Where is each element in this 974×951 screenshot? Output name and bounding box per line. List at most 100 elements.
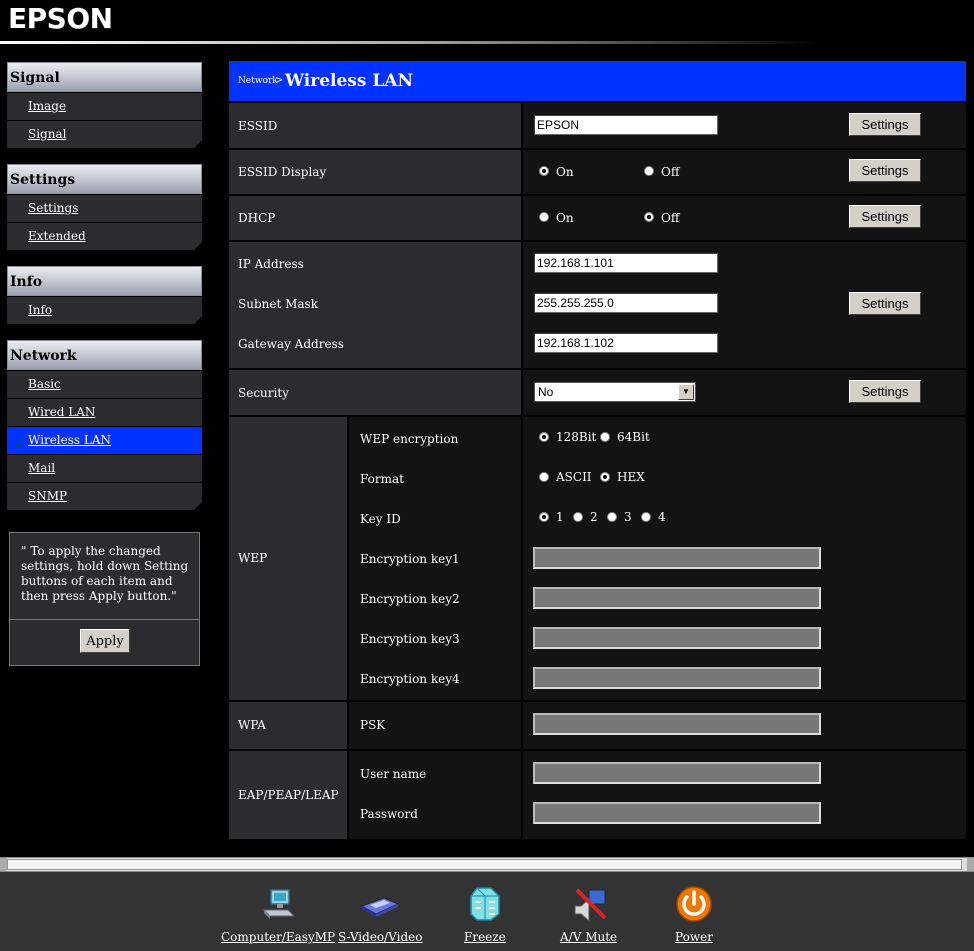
psk-input[interactable] bbox=[533, 713, 821, 735]
s-video-video-button[interactable]: S-Video/Video bbox=[338, 884, 423, 944]
sidebar-group-info: Info bbox=[7, 266, 202, 296]
ip-address-label: IP Address bbox=[238, 257, 304, 271]
row-eap: EAP/PEAP/LEAP User name Password bbox=[229, 751, 966, 839]
essid-label: ESSID bbox=[238, 119, 278, 133]
sidebar-item-info[interactable]: Info bbox=[7, 297, 202, 324]
sidebar-item-basic[interactable]: Basic bbox=[7, 371, 202, 398]
freeze-label[interactable]: Freeze bbox=[464, 930, 506, 944]
scroll-right-arrow[interactable] bbox=[967, 858, 974, 871]
security-select-value: No bbox=[538, 385, 554, 399]
av-mute-label[interactable]: A/V Mute bbox=[560, 930, 617, 944]
sidebar-group-signal: Signal bbox=[7, 62, 202, 92]
key-id-2-label: 2 bbox=[590, 510, 598, 524]
subnet-mask-input[interactable] bbox=[534, 293, 718, 313]
ip-settings-button[interactable]: Settings bbox=[849, 292, 921, 315]
power-icon bbox=[676, 886, 712, 922]
essid-input[interactable] bbox=[534, 115, 718, 135]
sidebar: Signal Image Signal Settings Settings Ex… bbox=[7, 62, 202, 510]
computer-icon bbox=[262, 889, 296, 919]
format-hex-radio[interactable] bbox=[600, 472, 610, 482]
breadcrumb-network[interactable]: Network bbox=[238, 76, 278, 86]
user-name-input[interactable] bbox=[533, 762, 821, 784]
row-ip-settings: IP Address Subnet Mask Gateway Address S… bbox=[229, 242, 966, 368]
sidebar-item-image[interactable]: Image bbox=[7, 93, 202, 120]
dhcp-off-radio[interactable] bbox=[644, 212, 654, 222]
wep-128bit-label: 128Bit bbox=[556, 430, 597, 444]
scroll-left-arrow[interactable] bbox=[0, 858, 7, 871]
password-label: Password bbox=[360, 807, 418, 821]
essid-display-label: ESSID Display bbox=[238, 165, 327, 179]
s-video-video-label[interactable]: S-Video/Video bbox=[338, 930, 423, 944]
sidebar-item-wireless-lan[interactable]: Wireless LAN bbox=[7, 427, 202, 454]
scroll-thumb[interactable] bbox=[7, 859, 962, 870]
freeze-button[interactable]: Freeze bbox=[464, 884, 506, 944]
bottom-toolbar: Computer/EasyMP S-Video/Video Freeze A/V… bbox=[0, 872, 974, 951]
ip-address-input[interactable] bbox=[534, 253, 718, 273]
sidebar-item-signal[interactable]: Signal bbox=[7, 121, 202, 148]
sidebar-item-extended[interactable]: Extended bbox=[7, 223, 202, 250]
encryption-key3-label: Encryption key3 bbox=[360, 632, 460, 646]
wep-group-label: WEP bbox=[238, 551, 268, 565]
encryption-key1-input[interactable] bbox=[533, 547, 821, 569]
gateway-address-input[interactable] bbox=[534, 333, 718, 353]
apply-instructions: " To apply the changed settings, hold do… bbox=[21, 544, 189, 603]
format-label: Format bbox=[360, 472, 404, 486]
security-select[interactable]: No ▼ bbox=[534, 382, 696, 402]
format-ascii-radio[interactable] bbox=[539, 472, 549, 482]
power-label[interactable]: Power bbox=[674, 930, 714, 944]
dhcp-off-label: Off bbox=[661, 211, 680, 225]
key-id-3-label: 3 bbox=[624, 510, 632, 524]
encryption-key4-input[interactable] bbox=[533, 667, 821, 689]
sidebar-item-wired-lan[interactable]: Wired LAN bbox=[7, 399, 202, 426]
security-settings-button[interactable]: Settings bbox=[849, 380, 921, 403]
power-button[interactable]: Power bbox=[674, 884, 714, 944]
encryption-key2-input[interactable] bbox=[533, 587, 821, 609]
computer-easymp-button[interactable]: Computer/EasyMP bbox=[221, 884, 335, 944]
sidebar-item-settings[interactable]: Settings bbox=[7, 195, 202, 222]
wpa-group-label: WPA bbox=[238, 718, 266, 732]
apply-note-box: " To apply the changed settings, hold do… bbox=[9, 532, 200, 666]
dhcp-label: DHCP bbox=[238, 211, 276, 225]
essid-display-settings-button[interactable]: Settings bbox=[849, 159, 921, 182]
dhcp-on-label: On bbox=[556, 211, 574, 225]
av-mute-button[interactable]: A/V Mute bbox=[560, 884, 617, 944]
key-id-1-radio[interactable] bbox=[539, 512, 549, 522]
essid-display-on-radio[interactable] bbox=[539, 166, 549, 176]
eap-group-label: EAP/PEAP/LEAP bbox=[238, 788, 339, 802]
essid-display-off-label: Off bbox=[661, 165, 680, 179]
sidebar-group-settings: Settings bbox=[7, 164, 202, 194]
wep-128bit-radio[interactable] bbox=[539, 432, 549, 442]
row-security: Security No ▼ Settings bbox=[229, 370, 966, 415]
sidebar-group-network: Network bbox=[7, 340, 202, 370]
chevron-down-icon[interactable]: ▼ bbox=[678, 384, 694, 400]
key-id-3-radio[interactable] bbox=[607, 512, 617, 522]
row-wep: WEP WEP encryption Format Key ID Encrypt… bbox=[229, 417, 966, 700]
security-label: Security bbox=[238, 386, 289, 400]
encryption-key2-label: Encryption key2 bbox=[360, 592, 460, 606]
breadcrumb-separator: > bbox=[275, 75, 284, 86]
row-dhcp: DHCP On Off Settings bbox=[229, 196, 966, 240]
key-id-4-label: 4 bbox=[658, 510, 666, 524]
sidebar-item-mail[interactable]: Mail bbox=[7, 455, 202, 482]
row-essid-display: ESSID Display On Off Settings bbox=[229, 150, 966, 194]
horizontal-scrollbar[interactable] bbox=[0, 857, 974, 872]
dhcp-on-radio[interactable] bbox=[539, 212, 549, 222]
format-ascii-label: ASCII bbox=[556, 470, 592, 484]
computer-easymp-label[interactable]: Computer/EasyMP bbox=[221, 930, 335, 944]
key-id-2-radio[interactable] bbox=[573, 512, 583, 522]
row-wpa: WPA PSK bbox=[229, 702, 966, 749]
wep-64bit-radio[interactable] bbox=[600, 432, 610, 442]
key-id-label: Key ID bbox=[360, 512, 401, 526]
encryption-key3-input[interactable] bbox=[533, 627, 821, 649]
av-mute-icon bbox=[574, 888, 606, 923]
sidebar-item-snmp[interactable]: SNMP bbox=[7, 483, 202, 510]
essid-settings-button[interactable]: Settings bbox=[849, 113, 921, 136]
apply-button[interactable]: Apply bbox=[80, 629, 130, 653]
header-divider bbox=[0, 41, 820, 44]
essid-display-off-radio[interactable] bbox=[644, 166, 654, 176]
password-input[interactable] bbox=[533, 802, 821, 824]
essid-display-on-label: On bbox=[556, 165, 574, 179]
dhcp-settings-button[interactable]: Settings bbox=[849, 205, 921, 228]
key-id-1-label: 1 bbox=[556, 510, 564, 524]
key-id-4-radio[interactable] bbox=[641, 512, 651, 522]
